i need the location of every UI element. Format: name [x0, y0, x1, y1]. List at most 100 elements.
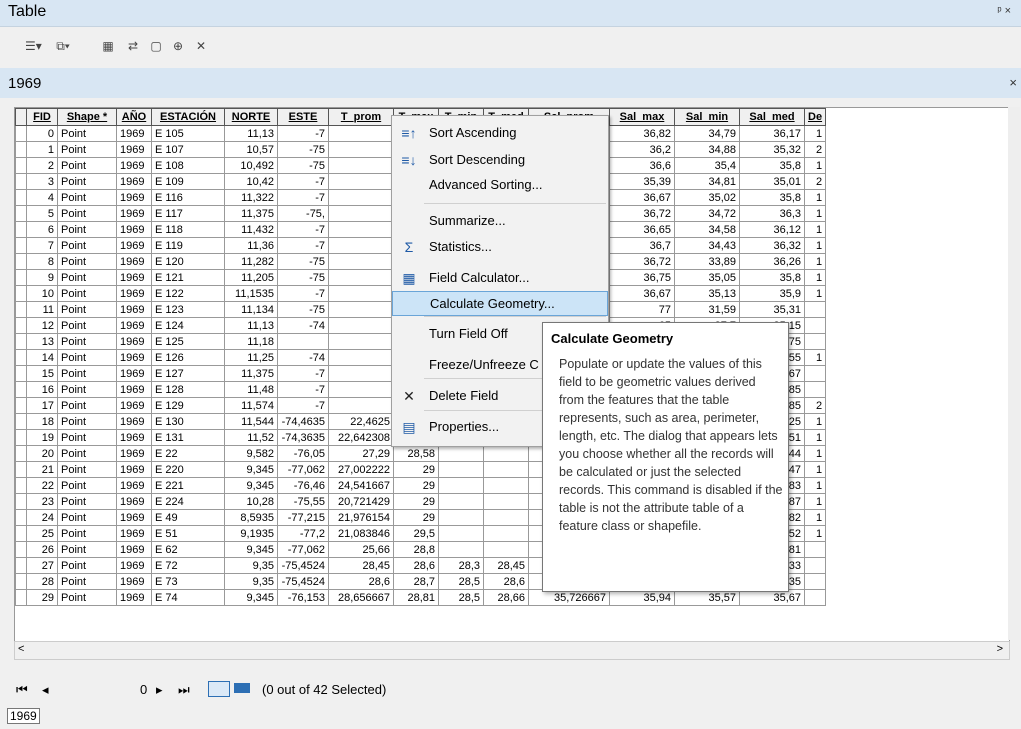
table-cell[interactable]: 1969 [116, 349, 152, 366]
table-cell[interactable] [328, 221, 394, 238]
table-cell[interactable]: Point [57, 381, 117, 398]
table-cell[interactable]: 1 [803, 157, 827, 174]
row-selector[interactable] [15, 365, 27, 382]
table-cell[interactable] [328, 253, 394, 270]
table-cell[interactable] [328, 189, 394, 206]
close-icon[interactable]: × [1009, 75, 1017, 90]
table-cell[interactable]: 22,642308 [328, 429, 394, 446]
table-cell[interactable]: Point [57, 221, 117, 238]
select-by-attributes-icon[interactable]: ▦ [100, 39, 116, 53]
row-selector[interactable] [15, 557, 27, 574]
table-cell[interactable]: 1969 [116, 493, 152, 510]
table-cell[interactable]: -75,55 [277, 493, 329, 510]
table-cell[interactable]: 11,25 [224, 349, 278, 366]
horizontal-scrollbar[interactable]: < > [14, 641, 1010, 660]
table-cell[interactable] [328, 125, 394, 142]
row-selector[interactable] [15, 237, 27, 254]
table-cell[interactable]: 28,58 [393, 445, 439, 462]
table-cell[interactable]: 1 [803, 429, 827, 446]
table-cell[interactable]: 28,7 [393, 573, 439, 590]
table-cell[interactable]: Point [57, 429, 117, 446]
row-selector[interactable] [15, 157, 27, 174]
table-cell[interactable]: 1969 [116, 397, 152, 414]
table-cell[interactable]: E 123 [151, 301, 225, 318]
table-cell[interactable]: -74,4635 [277, 413, 329, 430]
table-cell[interactable]: 1 [803, 285, 827, 302]
table-cell[interactable] [803, 589, 827, 606]
table-cell[interactable]: 11,1535 [224, 285, 278, 302]
table-cell[interactable]: 1969 [116, 157, 152, 174]
table-cell[interactable]: Point [57, 141, 117, 158]
table-cell[interactable]: 35,9 [739, 285, 805, 302]
table-cell[interactable]: 21 [26, 461, 58, 478]
table-cell[interactable]: -77,2 [277, 525, 329, 542]
table-cell[interactable]: 10,492 [224, 157, 278, 174]
zoom-to-selected-icon[interactable]: ⊕ [170, 39, 186, 53]
table-cell[interactable]: 1969 [116, 141, 152, 158]
column-header[interactable]: De [803, 108, 827, 126]
table-cell[interactable] [328, 333, 394, 350]
clear-selection-icon[interactable]: ▢ [148, 39, 164, 53]
row-selector[interactable] [15, 253, 27, 270]
table-cell[interactable]: 29 [393, 509, 439, 526]
row-selector[interactable] [15, 397, 27, 414]
table-cell[interactable]: 34,88 [674, 141, 740, 158]
table-cell[interactable]: 16 [26, 381, 58, 398]
table-cell[interactable]: 36,2 [609, 141, 675, 158]
table-cell[interactable]: E 129 [151, 397, 225, 414]
table-cell[interactable]: 1 [803, 493, 827, 510]
table-cell[interactable]: 7 [26, 237, 58, 254]
row-selector[interactable] [15, 301, 27, 318]
table-cell[interactable]: 29 [26, 589, 58, 606]
table-cell[interactable]: 1969 [116, 269, 152, 286]
table-cell[interactable]: 11,13 [224, 125, 278, 142]
table-cell[interactable]: 9,35 [224, 573, 278, 590]
table-cell[interactable]: 36,82 [609, 125, 675, 142]
table-cell[interactable]: 1 [803, 477, 827, 494]
table-cell[interactable]: 23 [26, 493, 58, 510]
table-cell[interactable]: 36,75 [609, 269, 675, 286]
table-cell[interactable]: 19 [26, 429, 58, 446]
table-cell[interactable]: E 119 [151, 237, 225, 254]
table-cell[interactable]: 11,36 [224, 237, 278, 254]
row-selector[interactable] [15, 221, 27, 238]
table-cell[interactable]: -75, [277, 205, 329, 222]
table-cell[interactable] [803, 333, 827, 350]
table-cell[interactable]: 27 [26, 557, 58, 574]
row-selector[interactable] [15, 173, 27, 190]
table-cell[interactable]: 9,345 [224, 589, 278, 606]
table-cell[interactable]: 1969 [116, 365, 152, 382]
table-cell[interactable]: -75,4524 [277, 573, 329, 590]
table-cell[interactable] [803, 541, 827, 558]
table-cell[interactable] [328, 365, 394, 382]
table-cell[interactable]: -7 [277, 173, 329, 190]
table-cell[interactable]: E 109 [151, 173, 225, 190]
table-cell[interactable]: 9,35 [224, 557, 278, 574]
table-cell[interactable]: E 125 [151, 333, 225, 350]
table-cell[interactable]: 27,29 [328, 445, 394, 462]
table-cell[interactable] [328, 173, 394, 190]
table-cell[interactable]: 35,39 [609, 173, 675, 190]
table-cell[interactable]: -7 [277, 397, 329, 414]
table-cell[interactable]: 28,8 [393, 541, 439, 558]
menu-item-sort-descending[interactable]: ≡↓ Sort Descending [392, 148, 608, 173]
table-cell[interactable]: 21,976154 [328, 509, 394, 526]
menu-item-sort-ascending[interactable]: ≡↑ Sort Ascending [392, 121, 608, 146]
table-cell[interactable]: 11,18 [224, 333, 278, 350]
table-cell[interactable]: 11 [26, 301, 58, 318]
table-cell[interactable]: 25,66 [328, 541, 394, 558]
table-cell[interactable]: 22,4625 [328, 413, 394, 430]
table-tab[interactable]: 1969 × [0, 68, 1021, 98]
first-record-icon[interactable]: ⏮ [16, 682, 28, 698]
table-cell[interactable]: E 72 [151, 557, 225, 574]
table-cell[interactable]: 1 [803, 189, 827, 206]
column-header[interactable]: ESTE [277, 108, 329, 126]
table-cell[interactable]: 1 [803, 509, 827, 526]
table-cell[interactable]: E 105 [151, 125, 225, 142]
table-cell[interactable]: Point [57, 349, 117, 366]
table-cell[interactable]: Point [57, 317, 117, 334]
table-cell[interactable]: E 120 [151, 253, 225, 270]
last-record-icon[interactable]: ⏭ [178, 682, 190, 698]
table-cell[interactable]: 34,81 [674, 173, 740, 190]
row-selector[interactable] [15, 285, 27, 302]
